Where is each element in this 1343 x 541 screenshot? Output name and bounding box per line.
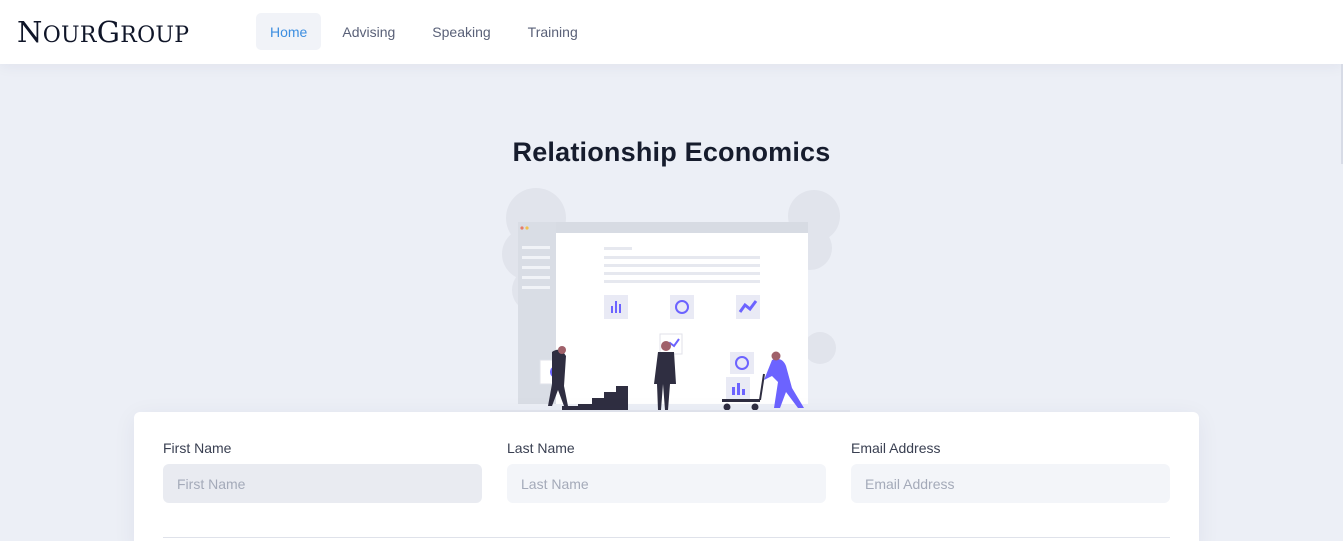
first-name-field-group: First Name — [163, 440, 482, 503]
main-nav: Home Advising Speaking Training — [256, 13, 592, 50]
last-name-input[interactable] — [507, 464, 826, 503]
page-title: Relationship Economics — [512, 137, 831, 167]
nav-item-speaking[interactable]: Speaking — [418, 13, 504, 50]
first-name-input[interactable] — [163, 464, 482, 503]
nav-item-advising[interactable]: Advising — [328, 13, 409, 50]
signup-form: First Name Last Name Email Address — [134, 412, 1199, 541]
logo-part: ROUP — [120, 23, 190, 48]
email-label: Email Address — [851, 440, 941, 456]
site-header: NOURGROUP Home Advising Speaking Trainin… — [0, 0, 1343, 64]
logo-part: OUR — [42, 23, 97, 48]
last-name-label: Last Name — [507, 440, 575, 456]
email-field-group: Email Address — [851, 440, 1170, 503]
nav-item-home[interactable]: Home — [256, 13, 322, 50]
last-name-field-group: Last Name — [507, 440, 826, 503]
site-logo[interactable]: NOURGROUP — [17, 15, 189, 49]
analytics-illustration — [490, 188, 850, 412]
nav-item-training[interactable]: Training — [514, 13, 592, 50]
first-name-label: First Name — [163, 440, 232, 456]
email-input[interactable] — [851, 464, 1170, 503]
logo-part: G — [96, 15, 121, 49]
logo-part: N — [17, 15, 43, 49]
form-divider — [163, 537, 1170, 538]
